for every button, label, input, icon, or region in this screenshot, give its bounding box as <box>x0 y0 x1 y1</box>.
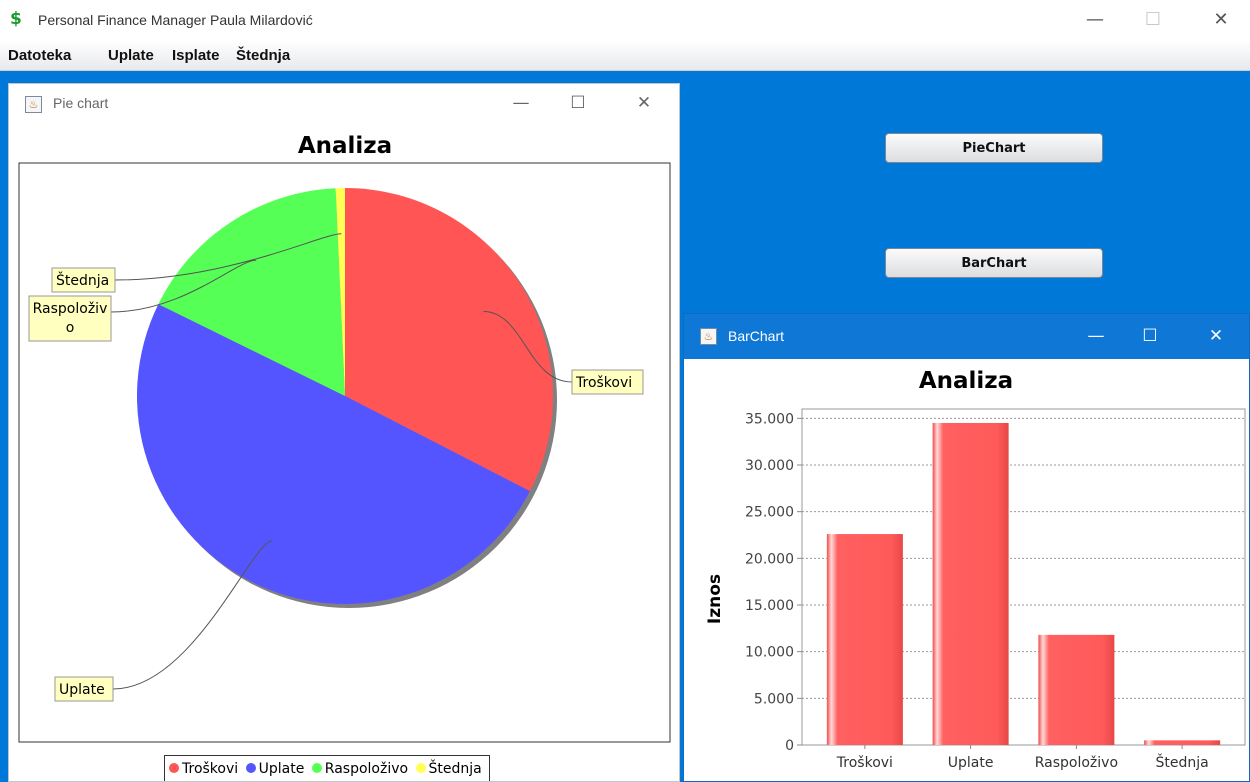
legend-dot <box>245 763 256 773</box>
y-tick-label: 0 <box>785 738 794 754</box>
bar-troskovi[interactable] <box>826 534 903 745</box>
pie-legend: Troškovi Uplate Raspoloživo Štednja <box>164 755 490 781</box>
pie-slices <box>137 188 557 608</box>
app-title: Personal Finance Manager Paula Milardovi… <box>38 12 313 28</box>
barchart-button[interactable]: BarChart <box>885 248 1103 278</box>
maximize-button[interactable]: ☐ <box>1130 6 1176 34</box>
bar-window-title-bar[interactable]: ♨ BarChart — ☐ ✕ <box>684 314 1249 359</box>
bar-minimize-button[interactable]: — <box>1076 321 1116 351</box>
bar-close-button[interactable]: ✕ <box>1196 321 1236 351</box>
legend-item-uplate: Uplate <box>245 756 305 781</box>
piechart-button[interactable]: PieChart <box>885 133 1103 163</box>
legend-item-stednja: Štednja <box>415 756 482 781</box>
minimize-button[interactable]: — <box>1072 6 1118 34</box>
y-tick-label: 15.000 <box>745 598 794 614</box>
java-icon: ♨ <box>700 328 717 345</box>
menu-bar: Datoteka Uplate Isplate Štednja <box>0 40 1250 71</box>
dollar-icon: $ <box>10 9 22 29</box>
menu-uplate[interactable]: Uplate <box>108 47 154 64</box>
bar-stednja[interactable] <box>1144 740 1221 745</box>
bar-maximize-button[interactable]: ☐ <box>1130 321 1170 351</box>
legend-dot <box>415 763 426 773</box>
bar-uplate[interactable] <box>932 423 1009 745</box>
legend-label: Uplate <box>258 761 305 777</box>
menu-datoteka[interactable]: Datoteka <box>8 47 71 64</box>
y-tick-label: 10.000 <box>745 645 794 661</box>
bar-raspolozivo[interactable] <box>1038 634 1115 745</box>
x-tick-label: Uplate <box>948 755 994 771</box>
pie-label-raspolozivo: Raspoloživ <box>33 301 108 317</box>
menu-stednja[interactable]: Štednja <box>236 47 290 64</box>
x-tick-label: Raspoloživo <box>1035 755 1118 771</box>
pie-label-troskovi: Troškovi <box>575 375 632 391</box>
x-ticks: Troškovi Uplate Raspoloživo Štednja <box>836 745 1209 771</box>
pie-close-button[interactable]: ✕ <box>624 88 664 118</box>
legend-label: Troškovi <box>182 761 239 777</box>
bar-chart-title: Analiza <box>919 368 1013 394</box>
pie-chart-window: ♨ Pie chart — ☐ ✕ Analiza Troškovi Uplate… <box>8 83 680 782</box>
pie-label-stednja: Štednja <box>56 271 109 289</box>
pie-window-title-bar[interactable]: ♨ Pie chart — ☐ ✕ <box>9 84 679 124</box>
bar-window-title: BarChart <box>728 328 785 344</box>
menu-isplate[interactable]: Isplate <box>172 47 220 64</box>
pie-window-title: Pie chart <box>53 95 109 111</box>
close-button[interactable]: ✕ <box>1198 6 1244 34</box>
legend-dot <box>169 763 179 773</box>
y-tick-label: 30.000 <box>745 458 794 474</box>
java-icon: ♨ <box>25 96 42 113</box>
pie-chart: Analiza Troškovi Uplate Raspoloživ o Štednja <box>18 133 671 743</box>
x-tick-label: Štednja <box>1156 753 1209 771</box>
y-tick-label: 5.000 <box>754 691 794 707</box>
bar-chart: Analiza Iznos 0 5.000 10.000 15.000 20.000 25… <box>705 368 1246 771</box>
legend-label: Raspoloživo <box>324 761 409 777</box>
legend-dot <box>311 763 322 773</box>
y-tick-label: 20.000 <box>745 551 794 567</box>
x-tick-label: Troškovi <box>836 755 893 771</box>
legend-item-raspolozivo: Raspoloživo <box>311 756 409 781</box>
y-tick-label: 25.000 <box>745 505 794 521</box>
bar-chart-window: ♨ BarChart — ☐ ✕ Analiza Iznos 0 5.000 10.… <box>683 313 1250 782</box>
pie-label-raspolozivo: o <box>66 320 75 336</box>
pie-chart-title: Analiza <box>298 133 392 159</box>
y-ticks: 0 5.000 10.000 15.000 20.000 25.000 30.000 35.0… <box>745 411 802 754</box>
legend-item-troskovi: Troškovi <box>169 756 239 781</box>
pie-label-uplate: Uplate <box>59 682 105 698</box>
pie-minimize-button[interactable]: — <box>501 88 541 118</box>
app-title-bar: $ Personal Finance Manager Paula Milardo… <box>0 0 1250 40</box>
y-tick-label: 35.000 <box>745 411 794 427</box>
legend-label: Štednja <box>428 761 482 777</box>
pie-maximize-button[interactable]: ☐ <box>558 88 598 118</box>
y-axis-label: Iznos <box>705 574 725 624</box>
